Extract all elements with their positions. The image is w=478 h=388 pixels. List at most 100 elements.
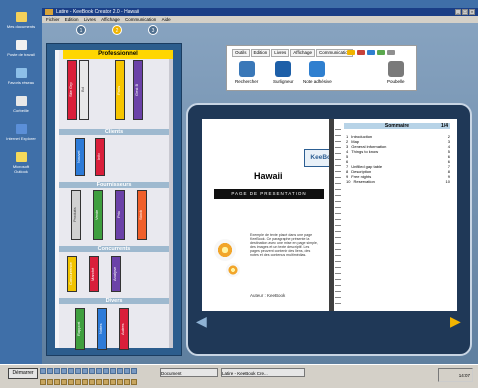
quick-launch-icon[interactable] [117, 368, 123, 374]
book-spine[interactable]: Autres [119, 308, 129, 350]
desktop-icon[interactable]: Corbeille [6, 96, 36, 113]
desktop-icon[interactable]: Favoris réseau [6, 68, 36, 85]
tab-livres[interactable]: Livres [271, 49, 290, 57]
quick-launch-icon[interactable] [68, 368, 74, 374]
color-swatch-icon[interactable] [367, 49, 375, 55]
color-swatch-icon[interactable] [357, 49, 365, 55]
book-spine[interactable]: Notes [97, 308, 107, 350]
summary-badge: 1/4 [441, 123, 448, 129]
trash-tool[interactable]: Poubelle [387, 61, 405, 84]
quick-launch-icon[interactable] [89, 379, 95, 385]
quick-launch-icon[interactable] [82, 368, 88, 374]
desktop-icon-label: Internet Explorer [6, 136, 36, 141]
book-spine[interactable]: Prix [115, 190, 125, 240]
quick-launch-icon[interactable] [40, 379, 46, 385]
summary-entry-title: Reservation [353, 179, 375, 184]
menu-bar: Fichier Edition Livres Affichage Communi… [42, 16, 478, 23]
quick-launch-icon[interactable] [61, 368, 67, 374]
color-swatch-icon[interactable] [347, 49, 355, 55]
menu-aide[interactable]: Aide [162, 17, 171, 22]
book-spine[interactable]: Paris [115, 60, 125, 120]
tab-3[interactable]: 3 [148, 25, 158, 35]
next-page-button[interactable]: ▶ [450, 313, 461, 330]
bookshelf: Professionnel Clients Fournisseurs Concu… [55, 50, 173, 350]
book-spine[interactable]: Concurrence [67, 256, 77, 292]
previous-page-button[interactable]: ◀ [196, 313, 207, 330]
author-line: Auteur : KeeBook [250, 293, 286, 298]
quick-launch-icon[interactable] [131, 379, 137, 385]
sticky-note-icon [309, 61, 326, 77]
book-spine[interactable]: Rapport [75, 308, 85, 350]
quick-launch-icon[interactable] [117, 379, 123, 385]
quick-launch-icon[interactable] [47, 379, 53, 385]
quick-launch-icon[interactable] [124, 379, 130, 385]
sticky-note-tool[interactable]: Note adhésive [303, 61, 332, 84]
quick-launch-icon[interactable] [96, 368, 102, 374]
highlighter-icon [275, 61, 292, 77]
quick-launch-icon[interactable] [131, 368, 137, 374]
quick-launch-icon[interactable] [40, 368, 46, 374]
quick-launch-icon[interactable] [103, 368, 109, 374]
quick-launch-icon[interactable] [54, 368, 60, 374]
desktop-icon[interactable]: Internet Explorer [6, 124, 36, 141]
tab-outils[interactable]: Outils [232, 49, 250, 57]
desktop-icon[interactable]: Mes documents [6, 12, 36, 29]
highlighter-tool[interactable]: Surligneur [273, 61, 294, 84]
book-spine[interactable]: Nouvel [75, 138, 85, 176]
tab-affichage[interactable]: Affichage [290, 49, 315, 57]
tab-edition[interactable]: Edition [250, 49, 271, 57]
desktop-icon-image [15, 124, 27, 134]
magnifier-icon [238, 61, 255, 77]
desktop-icon[interactable]: Poste de travail [6, 40, 36, 57]
tab-2[interactable]: 2 [112, 25, 122, 35]
quick-launch-icon[interactable] [110, 368, 116, 374]
close-button[interactable]: × [469, 9, 475, 15]
menu-communication[interactable]: Communication [125, 17, 156, 22]
quick-launch-icon[interactable] [124, 368, 130, 374]
quick-launch-icon[interactable] [89, 368, 95, 374]
book-spine[interactable]: Bd [79, 60, 89, 120]
book-spine[interactable]: Analyse [111, 256, 121, 292]
window-title: Latire - KeeBook Creator 2.0 - Hawaii [56, 9, 140, 15]
maximize-button[interactable]: □ [462, 9, 468, 15]
title-bar: Latire - KeeBook Creator 2.0 - Hawaii _ … [42, 8, 478, 16]
menu-fichier[interactable]: Fichier [46, 17, 60, 22]
desktop-icon-label: Microsoft Outlook [12, 164, 30, 174]
quick-launch-icon[interactable] [103, 379, 109, 385]
quick-launch-icon[interactable] [82, 379, 88, 385]
desktop-icon[interactable]: Microsoft Outlook [6, 152, 36, 174]
book-spine[interactable]: Vente [93, 190, 103, 240]
book-spine[interactable]: Site Grp [67, 60, 77, 120]
quick-launch-icon[interactable] [110, 379, 116, 385]
flower-image [214, 239, 236, 261]
quick-launch-icon[interactable] [68, 379, 74, 385]
task-button-keebook[interactable]: Latire - KeeBook Cre... [221, 368, 305, 377]
book-spine[interactable]: Marché [89, 256, 99, 292]
task-button-document[interactable]: Document [160, 368, 218, 377]
quick-launch-icon[interactable] [75, 379, 81, 385]
book-spine[interactable]: Info [95, 138, 105, 176]
menu-livres[interactable]: Livres [84, 17, 96, 22]
color-swatch-icon[interactable] [377, 49, 385, 55]
shelf-label-clients: Clients [59, 129, 169, 135]
menu-edition[interactable]: Edition [65, 17, 79, 22]
quick-launch-icon[interactable] [54, 379, 60, 385]
start-button[interactable]: Démarrer [8, 368, 38, 379]
quick-launch-icon[interactable] [61, 379, 67, 385]
summary-entry[interactable]: 10 Reservation 10 [346, 179, 450, 184]
quick-launch [40, 368, 137, 374]
book-spine[interactable]: Stock [137, 190, 147, 240]
book-spine[interactable]: Gest B [133, 60, 143, 120]
quick-launch-icon[interactable] [75, 368, 81, 374]
quick-launch-icon[interactable] [47, 368, 53, 374]
desktop-icon-image [15, 68, 27, 78]
taskbar: Démarrer Document Latire - KeeBook Cre..… [0, 364, 478, 388]
minimize-button[interactable]: _ [455, 9, 461, 15]
search-tool[interactable]: Rechercher [235, 61, 258, 84]
book-spine[interactable]: Produits [71, 190, 81, 240]
color-swatch-icon[interactable] [387, 49, 395, 55]
summary-entry-title: Things to know [351, 149, 379, 154]
menu-affichage[interactable]: Affichage [101, 17, 120, 22]
tab-1[interactable]: 1 [76, 25, 86, 35]
quick-launch-icon[interactable] [96, 379, 102, 385]
